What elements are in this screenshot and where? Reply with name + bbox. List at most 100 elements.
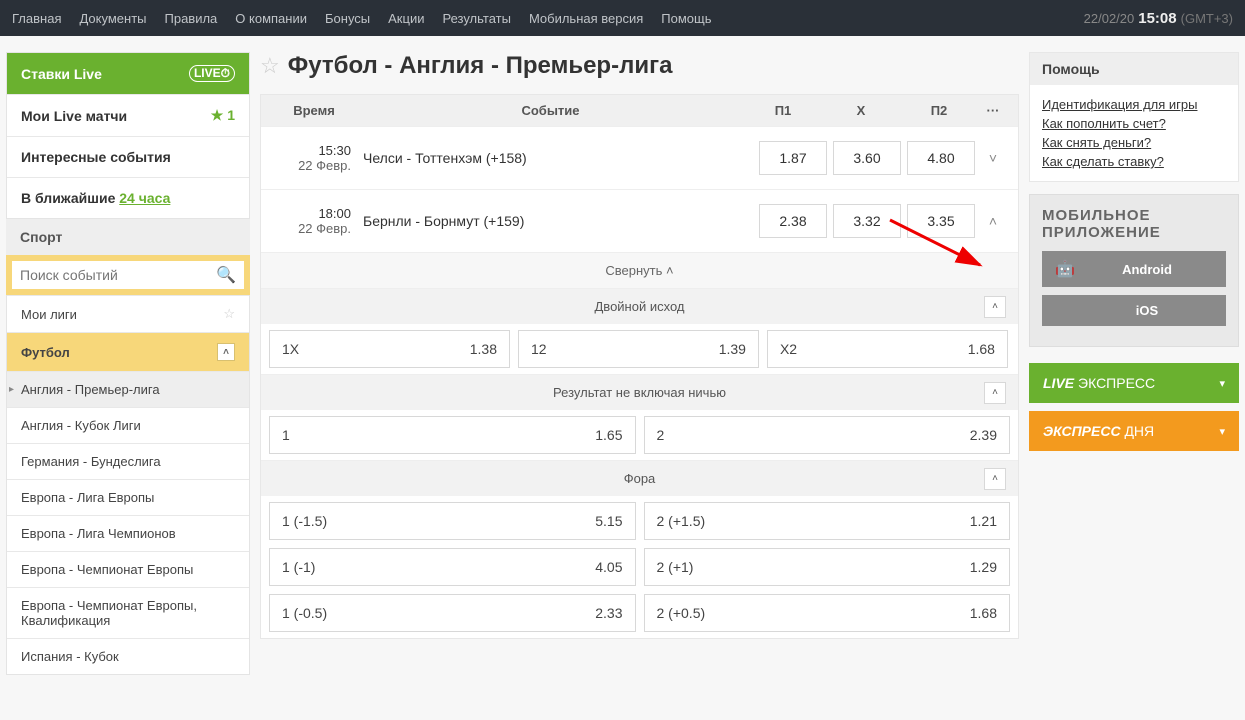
sidebar-my-live[interactable]: Мои Live матчи ★ 1 (7, 94, 249, 136)
star-icon: ★ 1 (211, 107, 235, 124)
sidebar-interesting[interactable]: Интересные события (7, 136, 249, 177)
chevron-down-icon: ▾ (1219, 425, 1225, 438)
nav-bonuses[interactable]: Бонусы (325, 11, 370, 26)
expand-toggle[interactable]: ˅ (978, 150, 1008, 166)
sidebar-league[interactable]: Англия - Кубок Лиги (7, 407, 249, 443)
help-box: Помощь Идентификация для игры Как пополн… (1029, 52, 1239, 182)
event-name[interactable]: Бернли - Борнмут (+159) (357, 213, 756, 229)
market-title: Двойной исход (595, 299, 685, 314)
chevron-up-icon: ˄ (984, 382, 1006, 404)
selection[interactable]: 1 (-0.5)2.33 (269, 594, 636, 632)
chevron-up-icon: ˄ (217, 343, 235, 361)
selection[interactable]: 2 (+1.5)1.21 (644, 502, 1011, 540)
search-icon[interactable]: 🔍 (216, 265, 236, 285)
main-content: ☆ Футбол - Англия - Премьер-лига Время С… (260, 52, 1019, 675)
sidebar-sport-header: Спорт (6, 219, 250, 255)
selection[interactable]: 2 (+1)1.29 (644, 548, 1011, 586)
odd-p2[interactable]: 4.80 (907, 141, 975, 175)
right-column: Помощь Идентификация для игры Как пополн… (1029, 52, 1239, 675)
events-table: Время Событие П1 X П2 ··· 15:3022 Февр. … (260, 94, 1019, 639)
nav-mobile[interactable]: Мобильная версия (529, 11, 643, 26)
nav-about[interactable]: О компании (235, 11, 307, 26)
sidebar-football-label: Футбол (21, 345, 70, 360)
events-header: Время Событие П1 X П2 ··· (261, 95, 1018, 126)
selection[interactable]: 11.65 (269, 416, 636, 454)
nav-rules[interactable]: Правила (165, 11, 218, 26)
event-time: 18:0022 Февр. (271, 206, 357, 236)
page-title: Футбол - Англия - Премьер-лига (288, 52, 673, 80)
help-link[interactable]: Как сделать ставку? (1042, 154, 1226, 169)
market-header[interactable]: Фора ˄ (261, 461, 1018, 496)
nav-main[interactable]: Главная (12, 11, 61, 26)
market-header[interactable]: Двойной исход ˄ (261, 289, 1018, 324)
sidebar-upcoming[interactable]: В ближайшие 24 часа (7, 177, 249, 218)
col-more[interactable]: ··· (978, 103, 1008, 118)
ios-button[interactable]: iOS (1042, 295, 1226, 326)
sidebar-live-header[interactable]: Ставки Live LIVE⏱ (7, 53, 249, 94)
event-time: 15:3022 Февр. (271, 143, 357, 173)
league-label: Испания - Кубок (21, 649, 119, 664)
selection[interactable]: 121.39 (518, 330, 759, 368)
clock-time: 15:08 (1138, 10, 1176, 27)
event-row: 15:3022 Февр. Челси - Тоттенхэм (+158) 1… (261, 126, 1018, 189)
promo-express-day[interactable]: ЭКСПРЕСС ДНЯ ▾ (1029, 411, 1239, 451)
sidebar-league[interactable]: Европа - Лига Чемпионов (7, 515, 249, 551)
odd-x[interactable]: 3.60 (833, 141, 901, 175)
sidebar-league[interactable]: Европа - Лига Европы (7, 479, 249, 515)
league-label: Германия - Бундеслига (21, 454, 161, 469)
sidebar-interesting-label: Интересные события (21, 149, 171, 165)
favorite-star-icon[interactable]: ☆ (260, 53, 280, 79)
sidebar-league[interactable]: Европа - Чемпионат Европы (7, 551, 249, 587)
league-label: Англия - Кубок Лиги (21, 418, 141, 433)
collapse-bar[interactable]: Свернуть ˄ (261, 252, 1018, 288)
help-link[interactable]: Идентификация для игры (1042, 97, 1226, 112)
col-p1: П1 (744, 103, 822, 118)
nav-promos[interactable]: Акции (388, 11, 424, 26)
sidebar-sport-football[interactable]: Футбол ˄ (7, 332, 249, 371)
sidebar-league[interactable]: Германия - Бундеслига (7, 443, 249, 479)
market-handicap: Фора ˄ 1 (-1.5)5.15 2 (+1.5)1.21 1 (-1)4… (261, 460, 1018, 638)
odd-p1[interactable]: 1.87 (759, 141, 827, 175)
android-icon: 🤖 (1052, 259, 1078, 279)
selection[interactable]: 1 (-1)4.05 (269, 548, 636, 586)
help-link[interactable]: Как снять деньги? (1042, 135, 1226, 150)
market-double-chance: Двойной исход ˄ 1X1.38 121.39 X21.68 (261, 288, 1018, 374)
android-label: Android (1078, 262, 1216, 277)
sidebar-league[interactable]: Европа - Чемпионат Европы, Квалификация (7, 587, 249, 638)
sidebar-24h-link[interactable]: 24 часа (119, 190, 170, 206)
selection[interactable]: 1 (-1.5)5.15 (269, 502, 636, 540)
nav-help[interactable]: Помощь (661, 11, 711, 26)
star-outline-icon: ☆ (223, 306, 235, 322)
odd-p2[interactable]: 3.35 (907, 204, 975, 238)
league-label: Европа - Чемпионат Европы, Квалификация (21, 598, 235, 628)
search-input[interactable] (20, 267, 216, 283)
event-name[interactable]: Челси - Тоттенхэм (+158) (357, 150, 756, 166)
help-link[interactable]: Как пополнить счет? (1042, 116, 1226, 131)
col-p2: П2 (900, 103, 978, 118)
sidebar-league-epl[interactable]: Англия - Премьер-лига (7, 371, 249, 407)
odd-x[interactable]: 3.32 (833, 204, 901, 238)
selection[interactable]: 22.39 (644, 416, 1011, 454)
android-button[interactable]: 🤖 Android (1042, 251, 1226, 287)
league-label: Англия - Премьер-лига (21, 382, 160, 397)
nav-docs[interactable]: Документы (79, 11, 146, 26)
col-x: X (822, 103, 900, 118)
sidebar-my-leagues[interactable]: Мои лиги ☆ (7, 295, 249, 332)
mobile-app-box: МОБИЛЬНОЕ ПРИЛОЖЕНИЕ 🤖 Android iOS (1029, 194, 1239, 347)
selection[interactable]: 1X1.38 (269, 330, 510, 368)
sidebar-league[interactable]: Испания - Кубок (7, 638, 249, 674)
odd-p1[interactable]: 2.38 (759, 204, 827, 238)
promo-live-express[interactable]: LIVE ЭКСПРЕСС ▾ (1029, 363, 1239, 403)
market-title: Результат не включая ничью (553, 385, 726, 400)
clock-tz: (GMT+3) (1181, 11, 1233, 26)
market-title: Фора (624, 471, 656, 486)
nav-results[interactable]: Результаты (442, 11, 510, 26)
help-title: Помощь (1030, 53, 1238, 85)
league-label: Европа - Лига Европы (21, 490, 154, 505)
page-title-row: ☆ Футбол - Англия - Премьер-лига (260, 52, 1019, 80)
selection[interactable]: X21.68 (767, 330, 1008, 368)
selection[interactable]: 2 (+0.5)1.68 (644, 594, 1011, 632)
market-header[interactable]: Результат не включая ничью ˄ (261, 375, 1018, 410)
ios-label: iOS (1078, 303, 1216, 318)
collapse-toggle[interactable]: ˄ (978, 213, 1008, 229)
